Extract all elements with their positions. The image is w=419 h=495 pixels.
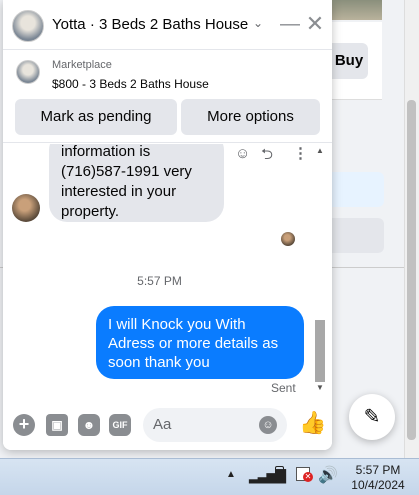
seen-avatar xyxy=(281,232,295,246)
battery-icon[interactable] xyxy=(275,466,284,482)
chat-header[interactable]: Yotta · 3 Beds 2 Baths House ⌄ — ✕ xyxy=(3,0,332,50)
error-badge-icon: ✕ xyxy=(303,472,313,482)
incoming-message: information is (716)587-1991 very intere… xyxy=(49,144,224,222)
message-timestamp: 5:57 PM xyxy=(137,274,182,288)
minimize-icon[interactable]: — xyxy=(278,10,302,40)
taskbar: ▲ ▂▃▅▇ ✕ 🔊 5:57 PM 10/4/2024 xyxy=(0,458,419,495)
show-hidden-icons-icon[interactable]: ▲ xyxy=(226,469,236,480)
secondary-action-button[interactable] xyxy=(330,218,384,253)
listing-thumbnail[interactable] xyxy=(16,60,40,84)
more-options-button[interactable]: More options xyxy=(181,99,320,135)
more-icon[interactable]: ⋮ xyxy=(293,144,308,162)
chat-window: Yotta · 3 Beds 2 Baths House ⌄ — ✕ Marke… xyxy=(3,0,332,450)
clock-date: 10/4/2024 xyxy=(351,478,405,492)
gif-icon[interactable]: GIF xyxy=(109,414,131,436)
avatar[interactable] xyxy=(12,10,44,42)
chevron-down-icon[interactable]: ⌄ xyxy=(253,16,263,30)
listing-title[interactable]: $800 - 3 Beds 2 Baths House xyxy=(52,77,209,91)
scroll-up-arrow-icon[interactable]: ▲ xyxy=(313,146,327,155)
new-message-button[interactable]: ✎ xyxy=(349,394,395,440)
thumbs-up-icon[interactable]: 👍 xyxy=(299,410,326,436)
listing-banner: Marketplace $800 - 3 Beds 2 Baths House … xyxy=(3,51,332,143)
message-list[interactable]: information is (716)587-1991 very intere… xyxy=(3,144,332,396)
volume-icon[interactable]: 🔊 xyxy=(318,465,338,485)
emoji-icon[interactable]: ☺ xyxy=(259,416,277,434)
clock-time: 5:57 PM xyxy=(355,463,401,477)
plus-icon[interactable]: + xyxy=(13,414,35,436)
buy-button[interactable]: Buy xyxy=(330,43,368,79)
scroll-down-arrow-icon[interactable]: ▼ xyxy=(313,383,327,392)
sticker-icon[interactable]: ☻ xyxy=(78,414,100,436)
page-scrollbar-thumb[interactable] xyxy=(407,100,416,440)
close-icon[interactable]: ✕ xyxy=(303,10,327,40)
chat-title[interactable]: Yotta · 3 Beds 2 Baths House xyxy=(52,16,248,33)
listing-kind: Marketplace xyxy=(52,59,112,71)
emoji-react-icon[interactable]: ☺ xyxy=(235,145,250,162)
composer: + ▣ ☻ GIF Aa ☺ 👍 xyxy=(3,396,332,450)
avatar[interactable] xyxy=(12,194,40,222)
listing-photo[interactable] xyxy=(330,0,382,20)
outgoing-message: I will Knock you With Adress or more det… xyxy=(96,306,304,379)
message-status: Sent xyxy=(271,381,296,395)
reply-icon[interactable]: ⮌ xyxy=(261,144,273,169)
photo-icon[interactable]: ▣ xyxy=(46,414,68,436)
chat-scrollbar-thumb[interactable] xyxy=(315,320,325,382)
clock[interactable]: 5:57 PM 10/4/2024 xyxy=(348,463,408,493)
mark-as-pending-button[interactable]: Mark as pending xyxy=(15,99,177,135)
primary-action-button[interactable] xyxy=(330,172,384,207)
